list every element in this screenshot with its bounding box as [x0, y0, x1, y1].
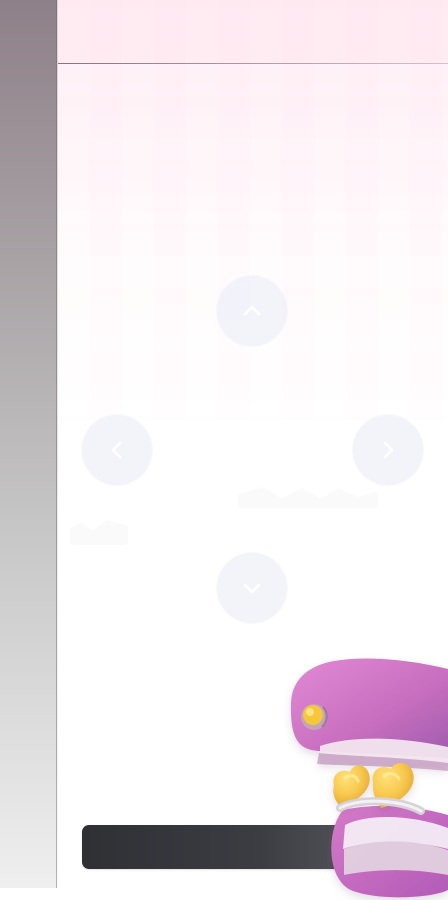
chevron-up-icon: [238, 297, 266, 325]
mascot-base: [331, 805, 448, 898]
chevron-right-icon: [374, 436, 402, 464]
mascot-button: [301, 704, 328, 730]
move-up-button[interactable]: [217, 276, 287, 346]
sidebar-divider: [56, 0, 57, 888]
top-header-area: [58, 0, 448, 63]
left-sidebar-rail: [0, 0, 58, 888]
chevron-down-icon: [238, 574, 266, 602]
move-left-button[interactable]: [82, 415, 152, 485]
move-down-button[interactable]: [217, 553, 287, 623]
chevron-left-icon: [103, 436, 131, 464]
ring-box-mascot-illustration: [286, 655, 448, 900]
faint-background-text-shape: [70, 520, 128, 545]
app-screen: [0, 0, 448, 900]
bottom-action-label: [253, 847, 254, 848]
header-divider: [58, 63, 448, 64]
move-right-button[interactable]: [353, 415, 423, 485]
faint-background-text-shape: [238, 486, 378, 508]
